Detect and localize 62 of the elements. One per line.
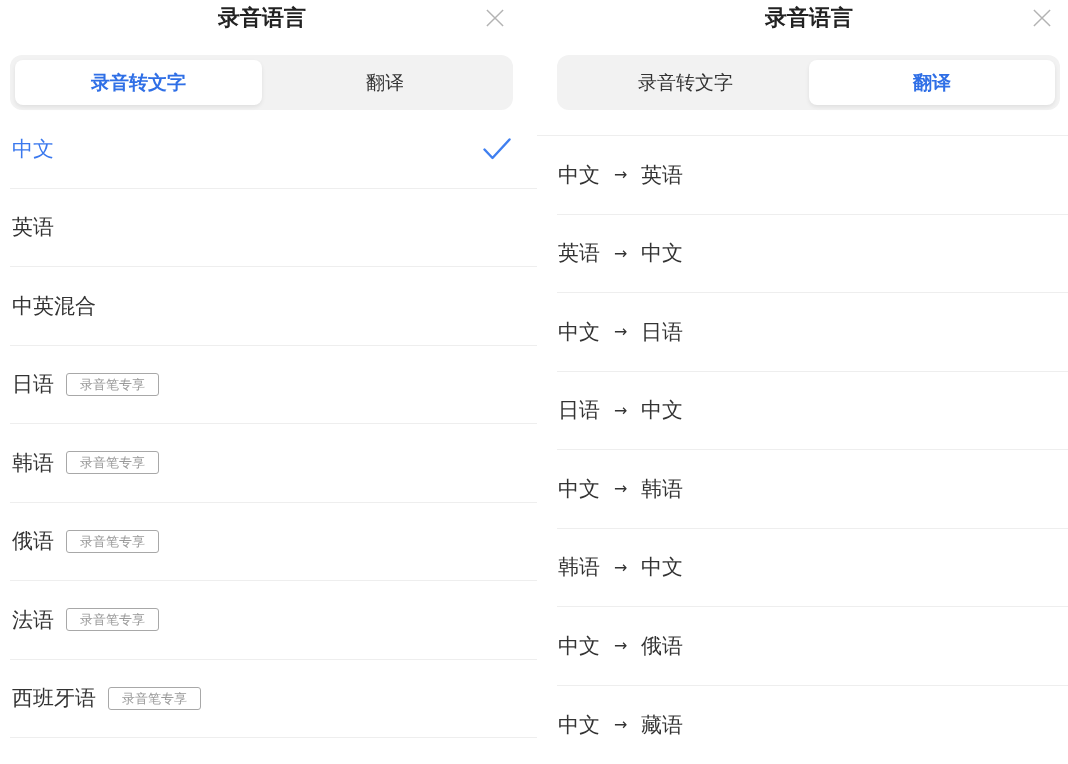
translation-option[interactable]: 中文 → 日语 [557, 293, 1068, 372]
dialog-title: 录音语言 [217, 4, 306, 32]
language-option[interactable]: 中英混合 [10, 267, 537, 346]
arrow-glyph: → [614, 243, 628, 263]
source-language: 中文 [558, 318, 600, 346]
language-option[interactable]: 法语 录音笔专享 [10, 581, 537, 660]
exclusive-tag: 录音笔专享 [66, 529, 159, 553]
language-name: 中英混合 [12, 292, 96, 320]
language-name: 西班牙语 [12, 685, 96, 713]
source-language: 中文 [558, 475, 600, 503]
language-name: 韩语 [12, 449, 54, 477]
tab[interactable]: 翻译 [808, 60, 1055, 105]
language-name: 中文 [12, 135, 54, 163]
translation-option[interactable]: 中文 → 英语 [557, 136, 1068, 215]
language-option[interactable]: 俄语 录音笔专享 [10, 502, 537, 581]
target-language: 日语 [641, 318, 684, 346]
language-option[interactable]: 中文 [10, 110, 537, 189]
target-language: 中文 [641, 397, 684, 425]
exclusive-tag: 录音笔专享 [108, 686, 201, 710]
checkmark-icon [483, 137, 511, 160]
arrow-glyph: → [614, 557, 628, 577]
language-option[interactable]: 西班牙语 录音笔专享 [10, 659, 537, 738]
arrow-glyph: → [614, 165, 628, 185]
translation-option[interactable]: 韩语 → 中文 [557, 528, 1068, 607]
arrow-glyph: → [614, 715, 628, 735]
arrow-glyph: → [614, 400, 628, 420]
arrow-glyph: → [614, 479, 628, 499]
language-name: 日语 [12, 371, 54, 399]
language-option[interactable]: 日语 录音笔专享 [10, 345, 537, 424]
language-name: 英语 [12, 214, 54, 242]
arrow-glyph: → [614, 322, 628, 342]
language-option[interactable]: 韩语 录音笔专享 [10, 424, 537, 503]
source-language: 英语 [558, 240, 600, 268]
source-language: 中文 [558, 711, 600, 739]
language-name: 俄语 [12, 528, 54, 556]
source-language: 中文 [558, 632, 600, 660]
exclusive-tag: 录音笔专享 [66, 372, 159, 396]
dialog-title: 录音语言 [764, 4, 853, 32]
tab[interactable]: 录音转文字 [15, 60, 262, 105]
source-language: 韩语 [558, 554, 600, 582]
source-language: 日语 [558, 397, 600, 425]
target-language: 英语 [641, 161, 684, 189]
language-option[interactable]: 英语 [10, 188, 537, 267]
translation-option[interactable]: 中文 → 俄语 [557, 607, 1068, 686]
arrow-glyph: → [614, 636, 628, 656]
target-language: 韩语 [641, 475, 684, 503]
translation-option[interactable]: 中文 → 韩语 [557, 450, 1068, 529]
tab[interactable]: 翻译 [261, 60, 508, 105]
source-language: 中文 [558, 161, 600, 189]
translation-option[interactable]: 中文 → 藏语 [557, 685, 1068, 764]
exclusive-tag: 录音笔专享 [66, 451, 159, 475]
close-icon[interactable] [1033, 9, 1051, 27]
target-language: 俄语 [641, 632, 684, 660]
language-name: 法语 [12, 606, 54, 634]
close-icon[interactable] [486, 9, 504, 27]
target-language: 藏语 [641, 711, 684, 739]
translation-option[interactable]: 英语 → 中文 [557, 214, 1068, 293]
tab[interactable]: 录音转文字 [562, 60, 809, 105]
target-language: 中文 [641, 240, 684, 268]
target-language: 中文 [641, 554, 684, 582]
translation-option[interactable]: 日语 → 中文 [557, 371, 1068, 450]
exclusive-tag: 录音笔专享 [66, 608, 159, 632]
